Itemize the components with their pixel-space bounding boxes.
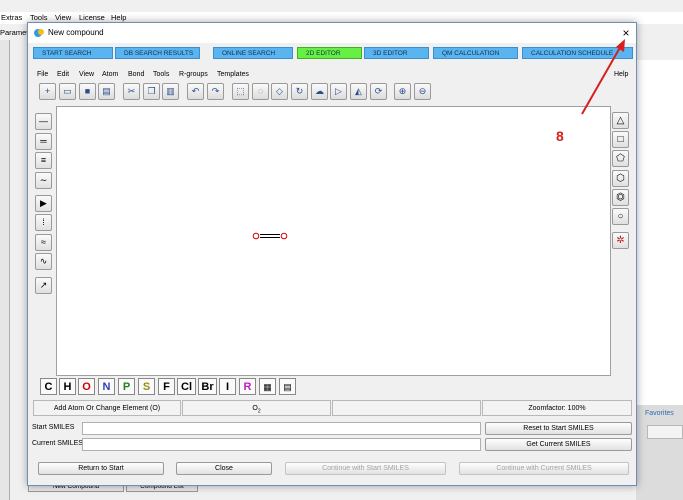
element-i[interactable]: I [219,378,236,395]
new-icon[interactable]: + [39,83,56,100]
dialog-title: New compound [48,28,104,37]
element-o[interactable]: O [78,378,95,395]
menu-atom[interactable]: Atom [102,71,118,78]
edit-atom-icon[interactable]: ↗ [35,277,52,294]
bg-params-label: Paramet [0,28,29,37]
tab-online-search[interactable]: ONLINE SEARCH [213,47,293,59]
formula-subscript: 2 [257,408,261,415]
status-formula: O2 [182,400,331,416]
start-smiles-label: Start SMILES [32,424,75,431]
tab-3d-editor[interactable]: 3D EDITOR [364,47,429,59]
wedge-bond-icon[interactable]: ▶ [35,195,52,212]
return-to-start-button[interactable]: Return to Start [38,462,164,475]
menu-templates[interactable]: Templates [217,71,249,78]
triple-bond-icon[interactable]: ≡ [35,152,52,169]
paste-icon[interactable]: ▥ [162,83,179,100]
select-icon[interactable]: ⬚ [232,83,249,100]
reset-to-start-button[interactable]: Reset to Start SMILES [485,422,632,435]
square-ring-icon[interactable]: □ [612,131,629,148]
circle-ring-icon[interactable]: ○ [612,208,629,225]
any-bond-icon[interactable]: ∼ [35,172,52,189]
menu-r-groups[interactable]: R-groups [179,71,208,78]
element-s[interactable]: S [138,378,155,395]
atom-oxygen[interactable] [252,232,260,240]
bg-left-panel [0,40,10,500]
lasso-icon[interactable]: ◌ [252,83,269,100]
flip-horizontal-icon[interactable]: ▷ [330,83,347,100]
save-icon[interactable]: ■ [79,83,96,100]
bg-favorites-field[interactable] [647,425,683,439]
clean-icon[interactable]: ☁ [311,83,328,100]
eraser-icon[interactable]: ◇ [271,83,288,100]
double-bond-icon[interactable]: ═ [35,133,52,150]
annotation-arrow [581,39,625,115]
current-smiles-field[interactable] [82,438,481,451]
annotation-number: 8 [556,128,564,144]
start-smiles-field[interactable] [82,422,481,435]
undo-icon[interactable]: ↶ [187,83,204,100]
close-button[interactable]: Close [176,462,272,475]
status-bar: Add Atom Or Change Element (O) O2 Zoomfa… [33,400,633,416]
template-icon[interactable]: ✲ [612,232,629,249]
element-f[interactable]: F [158,378,175,395]
copy-icon[interactable]: ❐ [143,83,160,100]
continue-current-smiles-button[interactable]: Continue with Current SMILES [459,462,629,475]
menu-edit[interactable]: Edit [57,71,69,78]
current-smiles-label: Current SMILES [32,440,83,447]
periodic-table-icon[interactable]: ▦ [259,378,276,395]
menu-tools[interactable]: Tools [153,71,169,78]
get-current-smiles-button[interactable]: Get Current SMILES [485,438,632,451]
element-br[interactable]: Br [198,378,217,395]
status-zoom: Zoomfactor: 100% [482,400,632,416]
app-logo-icon [34,29,44,37]
hash-bond-icon[interactable]: ⁞ [35,214,52,231]
zoom-out-icon[interactable]: ⊖ [414,83,431,100]
element-n[interactable]: N [98,378,115,395]
element-cl[interactable]: Cl [177,378,196,395]
tab-start-search[interactable]: START SEARCH [33,47,113,59]
redo-icon[interactable]: ↷ [207,83,224,100]
editor-menubar: File Edit View Atom Bond Tools R-groups … [28,69,636,81]
menu-view[interactable]: View [79,71,94,78]
bg-menu-extras[interactable]: Extras [1,13,22,22]
open-icon[interactable]: ▭ [59,83,76,100]
tab-db-search-results[interactable]: DB SEARCH RESULTS [115,47,200,59]
element-h[interactable]: H [59,378,76,395]
drawing-canvas[interactable] [56,106,611,376]
pentagon-ring-icon[interactable]: ⬠ [612,150,629,167]
new-compound-dialog: New compound × START SEARCH DB SEARCH RE… [27,22,637,486]
dialog-titlebar[interactable]: New compound × [28,23,636,43]
chain-icon[interactable]: ∿ [35,253,52,270]
hexagon-ring-icon[interactable]: ⬡ [612,170,629,187]
cut-icon[interactable]: ✂ [123,83,140,100]
bg-menu-tools[interactable]: Tools [30,13,48,22]
atom-oxygen[interactable] [280,232,288,240]
refresh-icon[interactable]: ⟳ [370,83,387,100]
bg-menu-help[interactable]: Help [111,13,126,22]
status-action: Add Atom Or Change Element (O) [33,400,181,416]
menu-bond[interactable]: Bond [128,71,144,78]
status-empty [332,400,481,416]
benzene-ring-icon[interactable]: ⏣ [612,189,629,206]
molecule[interactable] [247,229,297,243]
element-c[interactable]: C [40,378,57,395]
element-r[interactable]: R [239,378,256,395]
element-p[interactable]: P [118,378,135,395]
bg-menu-license[interactable]: License [79,13,105,22]
zoom-in-icon[interactable]: ⊕ [394,83,411,100]
continue-start-smiles-button[interactable]: Continue with Start SMILES [285,462,446,475]
bg-favorites-panel [636,405,683,500]
wavy-bond-icon[interactable]: ≈ [35,234,52,251]
tab-2d-editor[interactable]: 2D EDITOR [297,47,362,59]
rotate-icon[interactable]: ↻ [291,83,308,100]
bg-favorites-label[interactable]: Favorites [645,410,674,417]
bg-menu-view[interactable]: View [55,13,71,22]
element-list-icon[interactable]: ▤ [279,378,296,395]
flip-vertical-icon[interactable]: ◭ [350,83,367,100]
tab-qm-calculation[interactable]: QM CALCULATION [433,47,518,59]
single-bond-icon[interactable]: — [35,113,52,130]
menu-file[interactable]: File [37,71,48,78]
print-icon[interactable]: ▤ [98,83,115,100]
editor-toolbar: + ▭ ■ ▤ ✂ ❐ ▥ ↶ ↷ ⬚ ◌ ◇ ↻ ☁ ▷ ◭ ⟳ ⊕ ⊖ [28,83,636,103]
